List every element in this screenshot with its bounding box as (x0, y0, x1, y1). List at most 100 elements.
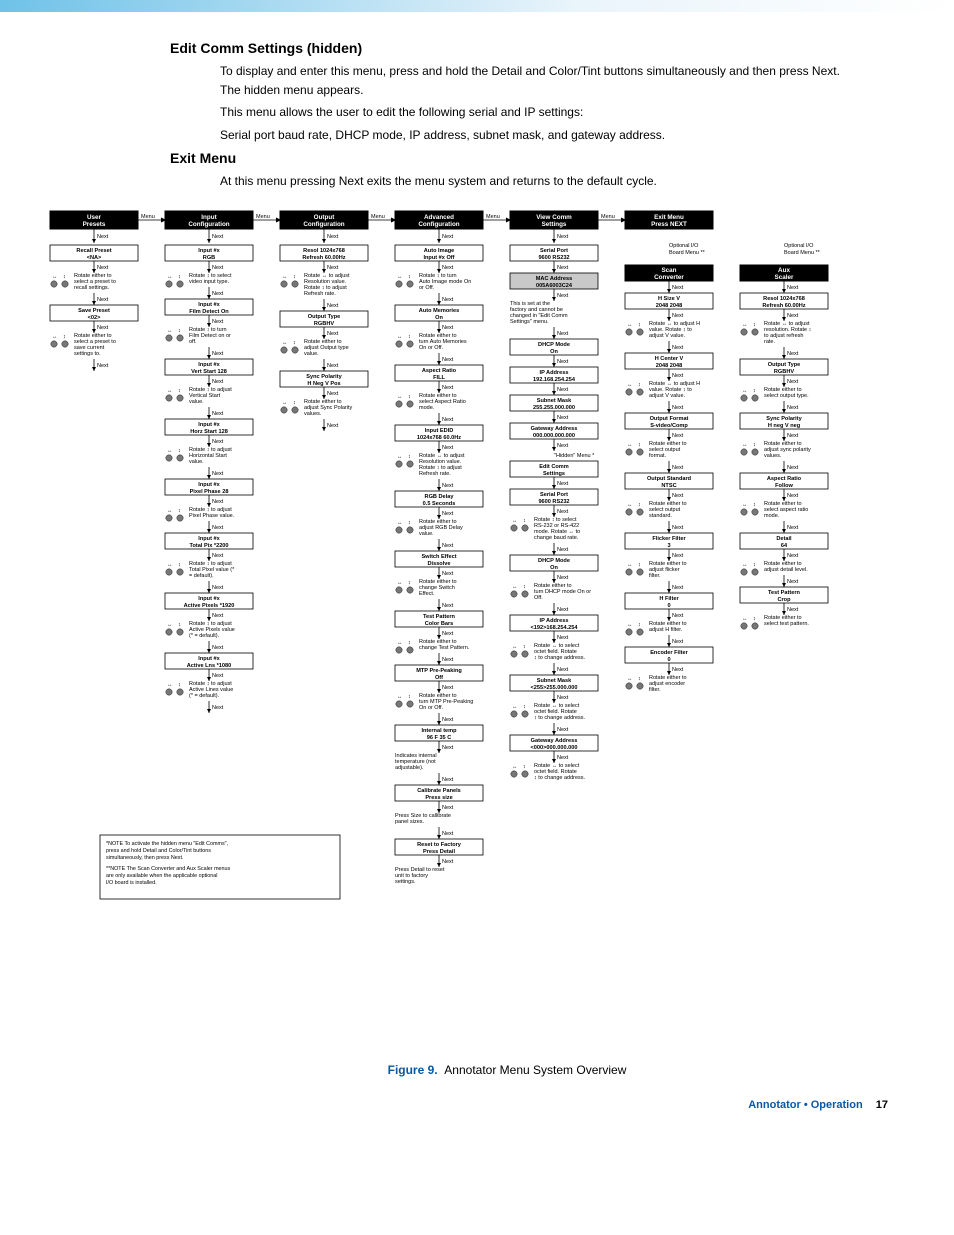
svg-text:Input #x: Input #x (198, 536, 220, 542)
svg-text:↕: ↕ (178, 448, 181, 454)
svg-text:Next: Next (672, 585, 684, 591)
svg-text:↕: ↕ (178, 562, 181, 568)
para-4: At this menu pressing Next exits the men… (220, 172, 860, 191)
svg-text:Next: Next (557, 695, 569, 701)
svg-text:On: On (550, 349, 558, 355)
svg-text:video input type.: video input type. (189, 279, 230, 285)
svg-text:Gateway Address: Gateway Address (531, 738, 578, 744)
svg-text:select test pattern.: select test pattern. (764, 621, 809, 627)
svg-text:Input #x: Input #x (198, 362, 220, 368)
svg-text:select output type.: select output type. (764, 393, 809, 399)
para-2: This menu allows the user to edit the fo… (220, 103, 860, 122)
svg-text:adjust H filter.: adjust H filter. (649, 627, 683, 633)
svg-text:H neg V neg: H neg V neg (768, 423, 801, 429)
svg-text:Next: Next (672, 667, 684, 673)
svg-text:Configuration: Configuration (418, 221, 459, 228)
svg-text:value.: value. (189, 459, 204, 465)
svg-text:Next: Next (327, 331, 339, 337)
svg-text:Next: Next (557, 234, 569, 240)
svg-text:standard.: standard. (649, 513, 672, 519)
svg-text:↔: ↔ (282, 340, 288, 346)
menu-diagram-svg: UserPresetsMenuInputConfigurationMenuOut… (40, 205, 920, 1045)
svg-text:Settings: Settings (542, 221, 567, 228)
svg-text:Next: Next (212, 613, 224, 619)
svg-text:Internal temp: Internal temp (421, 728, 457, 734)
svg-text:↔: ↔ (167, 682, 173, 688)
svg-text:Next: Next (327, 363, 339, 369)
svg-text:simultaneously, then press Nex: simultaneously, then press Next. (106, 855, 184, 861)
svg-text:Output Type: Output Type (768, 362, 801, 368)
svg-text:Input: Input (201, 214, 217, 221)
svg-text:Next: Next (672, 373, 684, 379)
svg-text:Next: Next (442, 325, 454, 331)
svg-text:NTSC: NTSC (661, 483, 676, 489)
svg-text:↔: ↔ (397, 580, 403, 586)
svg-text:Press size: Press size (425, 795, 452, 801)
svg-text:Effect.: Effect. (419, 591, 435, 597)
svg-text:Next: Next (212, 585, 224, 591)
svg-text:<000>000.000.000: <000>000.000.000 (531, 745, 578, 751)
svg-text:Converter: Converter (654, 274, 684, 281)
svg-text:Next: Next (672, 525, 684, 531)
svg-text:0.5 Seconds: 0.5 Seconds (423, 501, 456, 507)
heading-edit-comm: Edit Comm Settings (hidden) (170, 40, 894, 56)
para-3: Serial port baud rate, DHCP mode, IP add… (220, 126, 860, 145)
svg-text:↔: ↔ (742, 502, 748, 508)
svg-text:↔: ↔ (512, 644, 518, 650)
svg-text:Next: Next (787, 553, 799, 559)
svg-text:↕ to change address.: ↕ to change address. (534, 775, 586, 781)
svg-text:H Filter: H Filter (659, 596, 679, 602)
svg-text:64: 64 (781, 543, 788, 549)
svg-text:**NOTE The Scan Converter and: **NOTE The Scan Converter and Aux Scaler… (106, 866, 231, 872)
svg-text:Next: Next (212, 319, 224, 325)
svg-text:0: 0 (667, 657, 670, 663)
svg-text:Next: Next (442, 631, 454, 637)
svg-text:Next: Next (212, 379, 224, 385)
svg-text:Horz Start 128: Horz Start 128 (190, 429, 228, 435)
svg-text:Follow: Follow (775, 483, 793, 489)
svg-text:Next: Next (442, 831, 454, 837)
svg-text:Next: Next (327, 265, 339, 271)
svg-text:↔: ↔ (627, 676, 633, 682)
svg-text:adjust detail level.: adjust detail level. (764, 567, 808, 573)
svg-text:Next: Next (442, 417, 454, 423)
svg-text:Next: Next (557, 415, 569, 421)
svg-text:On: On (550, 565, 558, 571)
svg-text:Film Detect On: Film Detect On (189, 309, 229, 315)
svg-text:DHCP Mode: DHCP Mode (538, 558, 570, 564)
svg-text:255.255.000.000: 255.255.000.000 (533, 405, 575, 411)
svg-text:<NA>: <NA> (87, 255, 102, 261)
svg-text:Optional I/O: Optional I/O (669, 243, 699, 249)
svg-text:↔: ↔ (167, 328, 173, 334)
svg-text:Press Detail: Press Detail (423, 849, 455, 855)
svg-text:↕: ↕ (178, 622, 181, 628)
svg-text:Auto Memories: Auto Memories (419, 308, 459, 314)
svg-text:RGB Delay: RGB Delay (425, 494, 455, 500)
svg-text:Board Menu **: Board Menu ** (669, 250, 706, 256)
svg-text:Next: Next (557, 481, 569, 487)
svg-text:Next: Next (212, 291, 224, 297)
svg-text:mode.: mode. (764, 513, 780, 519)
figure-number: Figure 9. (388, 1063, 438, 1077)
svg-text:↔: ↔ (627, 382, 633, 388)
svg-text:Next: Next (212, 439, 224, 445)
svg-text:Next: Next (212, 411, 224, 417)
svg-text:1024x768 60.0Hz: 1024x768 60.0Hz (417, 435, 461, 441)
svg-text:Aspect Ratio: Aspect Ratio (422, 368, 457, 374)
svg-text:Input #x: Input #x (198, 596, 220, 602)
svg-text:Next: Next (212, 525, 224, 531)
svg-text:filter.: filter. (649, 573, 661, 579)
heading-exit-menu: Exit Menu (170, 150, 894, 166)
svg-text:"Hidden" Menu *: "Hidden" Menu * (554, 453, 595, 459)
svg-text:<02>: <02> (88, 315, 101, 321)
svg-text:Output Standard: Output Standard (647, 476, 692, 482)
svg-text:↕: ↕ (638, 562, 641, 568)
svg-text:Next: Next (442, 745, 454, 751)
svg-text:Total Pix *2200: Total Pix *2200 (189, 543, 228, 549)
svg-text:↕: ↕ (293, 400, 296, 406)
svg-text:Next: Next (442, 859, 454, 865)
svg-text:↔: ↔ (397, 274, 403, 280)
svg-text:Next: Next (327, 423, 339, 429)
svg-text:H Size V: H Size V (658, 296, 680, 302)
svg-text:Next: Next (557, 635, 569, 641)
